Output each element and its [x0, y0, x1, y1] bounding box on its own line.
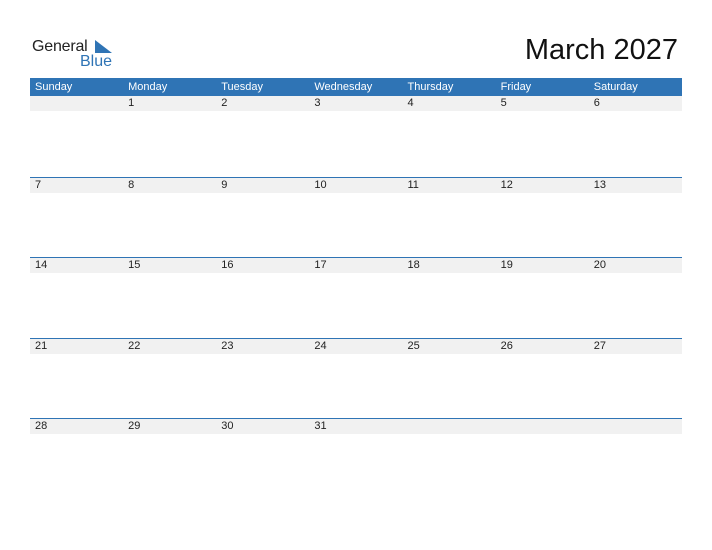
day-cell: 12 [500, 178, 513, 191]
weekday-thursday: Thursday [407, 81, 454, 93]
day-cell: 25 [407, 339, 420, 352]
day-cell: 11 [407, 178, 419, 191]
date-strip: 28 29 30 31 [30, 419, 682, 434]
day-cell [496, 419, 589, 434]
day-cell: 14 [35, 259, 48, 271]
day-cell: 17 [314, 259, 327, 271]
weekday-tuesday: Tuesday [221, 81, 264, 93]
day-cell: 31 [314, 420, 327, 432]
day-cell: 18 [407, 259, 420, 271]
brand-logo: General Blue [32, 38, 122, 72]
day-cell: 22 [128, 339, 141, 352]
day-cell [30, 96, 123, 111]
day-cell: 5 [500, 97, 507, 109]
date-strip: 21 22 23 24 25 26 27 [30, 338, 682, 354]
weekday-friday: Friday [500, 81, 532, 93]
day-cell: 19 [500, 259, 513, 271]
day-cell: 16 [221, 259, 234, 271]
day-cell: 24 [314, 339, 327, 352]
week-row: 21 22 23 24 25 26 27 [30, 337, 682, 419]
date-strip: 1 2 3 4 5 6 [30, 96, 682, 111]
triangle-flag-icon [95, 40, 112, 53]
weekday-header: Sunday Monday Tuesday Wednesday Thursday… [30, 78, 682, 96]
date-strip: 14 15 16 17 18 19 20 [30, 258, 682, 273]
day-cell: 27 [593, 339, 606, 352]
weekday-monday: Monday [128, 81, 168, 93]
weekday-saturday: Saturday [593, 81, 638, 93]
day-cell: 9 [221, 178, 228, 191]
day-cell: 20 [593, 259, 606, 271]
week-row: 1 2 3 4 5 6 [30, 96, 682, 177]
weekday-sunday: Sunday [35, 81, 73, 93]
day-cell: 4 [407, 97, 414, 109]
week-row: 14 15 16 17 18 19 20 [30, 257, 682, 338]
day-cell: 8 [128, 178, 135, 191]
day-cell: 29 [128, 420, 141, 432]
day-cell: 3 [314, 97, 321, 109]
day-cell: 6 [593, 97, 600, 109]
day-cell: 2 [221, 97, 228, 109]
date-strip: 7 8 9 10 11 12 13 [30, 177, 682, 193]
day-cell: 13 [593, 178, 606, 191]
calendar-grid: Sunday Monday Tuesday Wednesday Thursday… [30, 78, 682, 499]
month-title: March 2027 [524, 34, 678, 66]
day-cell: 23 [221, 339, 234, 352]
day-cell: 30 [221, 420, 234, 432]
day-cell: 1 [128, 97, 135, 109]
day-cell [403, 419, 496, 434]
day-cell: 10 [314, 178, 327, 191]
day-cell: 21 [35, 339, 48, 352]
day-cell: 28 [35, 420, 48, 432]
day-cell: 26 [500, 339, 513, 352]
day-cell: 15 [128, 259, 141, 271]
logo-text-blue: Blue [80, 53, 113, 70]
weekday-wednesday: Wednesday [314, 81, 373, 93]
week-row: 28 29 30 31 [30, 418, 682, 499]
day-cell: 7 [35, 178, 42, 191]
day-cell [589, 419, 682, 434]
week-row: 7 8 9 10 11 12 13 [30, 176, 682, 258]
